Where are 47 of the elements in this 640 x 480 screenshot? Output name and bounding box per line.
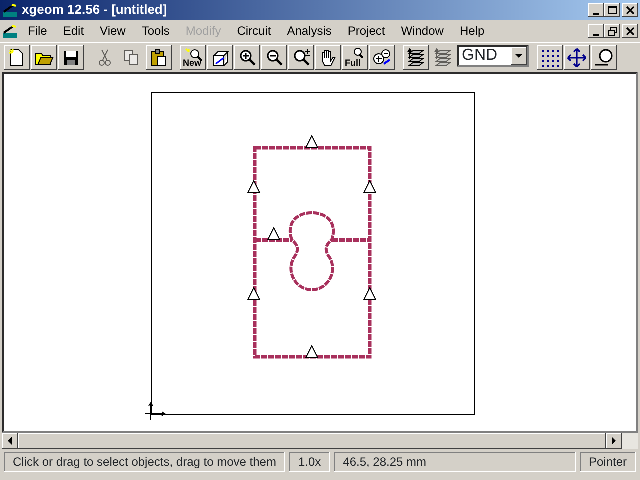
menu-item[interactable]: Window [393,22,452,40]
menu-item[interactable]: File [20,22,56,40]
clipboard-icon [149,48,169,68]
window-title: xgeom 12.56 - [untitled] [22,1,168,20]
menu-item[interactable]: Edit [55,22,92,40]
left-arrow-icon [8,437,12,445]
toolbar-button[interactable]: Full [342,45,368,70]
close-icon [624,26,636,36]
dropdown-arrow-icon [515,54,523,58]
menu-item[interactable]: Analysis [279,22,340,40]
origin-axes-icon [144,402,166,420]
drawing-canvas[interactable] [2,72,638,433]
close-icon [624,4,636,16]
app-icon [2,2,18,19]
scroll-right-button[interactable] [606,433,622,449]
magnifier-icon [354,48,364,59]
measure-icon [594,48,614,68]
maximize-icon [606,4,618,16]
grid-dots-icon [540,48,560,68]
menu-item[interactable]: Project [340,22,394,40]
scrollbar-thumb[interactable] [18,433,606,449]
menu-item[interactable]: View [92,22,134,40]
minimize-button[interactable] [588,24,604,38]
scroll-left-button[interactable] [2,433,18,449]
restore-icon [606,26,618,36]
minimize-icon [593,12,599,14]
menu-item[interactable]: Help [452,22,493,40]
close-button[interactable] [622,24,638,38]
cursor-coordinates: 46.5, 28.25 mm [334,452,576,472]
menu-item[interactable]: Tools [134,22,178,40]
maximize-button[interactable] [604,3,620,17]
tool-mode: Pointer [580,452,636,472]
move-arrows-icon [567,48,587,68]
menu-item[interactable]: Circuit [229,22,280,40]
toolbar-button[interactable]: New [180,45,206,70]
restore-button[interactable] [604,24,620,38]
status-message: Click or drag to select objects, drag to move them [4,452,286,472]
layers-icon [406,48,426,68]
document-icon [2,24,20,40]
close-button[interactable] [622,3,638,17]
minimize-button[interactable] [588,3,604,17]
minimize-icon [593,34,599,36]
zoom-level: 1.0x [289,452,330,472]
magnifier-icon [372,48,392,68]
layers-icon [433,48,453,68]
right-arrow-icon [612,437,616,445]
layer-dropdown[interactable]: GND [457,45,529,67]
